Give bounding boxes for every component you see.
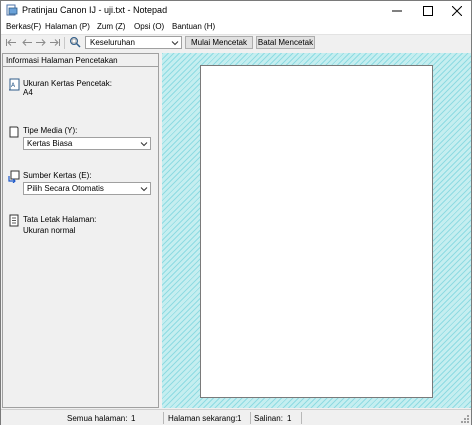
total-pages-value: 1 <box>131 413 136 423</box>
zoom-select[interactable]: Keseluruhan <box>85 36 182 49</box>
menu-zum[interactable]: Zum (Z) <box>97 22 125 31</box>
toolbar: Keseluruhan Mulai Mencetak Batal Menceta… <box>1 34 471 50</box>
page-layout-label: Tata Letak Halaman: <box>23 215 97 224</box>
cancel-printing-button[interactable]: Batal Mencetak <box>256 36 315 49</box>
zoom-select-value: Keseluruhan <box>90 38 135 47</box>
chevron-down-icon <box>171 41 179 46</box>
window-title: Pratinjau Canon IJ - uji.txt - Notepad <box>22 5 168 15</box>
title-bar: Pratinjau Canon IJ - uji.txt - Notepad <box>1 1 471 20</box>
last-page-icon[interactable] <box>49 37 61 48</box>
next-page-icon[interactable] <box>35 37 47 48</box>
current-page-label: Halaman sekarang: <box>168 413 238 423</box>
paper-preview <box>200 65 433 398</box>
paper-size-value: A4 <box>23 88 33 97</box>
paper-size-icon: A <box>9 78 20 91</box>
previous-page-icon[interactable] <box>21 37 33 48</box>
status-divider <box>250 412 251 424</box>
menu-opsi[interactable]: Opsi (O) <box>134 22 164 31</box>
media-type-label: Tipe Media (Y): <box>23 126 78 135</box>
minimize-icon <box>392 10 402 11</box>
paper-source-value: Pilih Secara Otomatis <box>27 184 104 193</box>
chevron-down-icon <box>140 187 148 192</box>
app-window: Pratinjau Canon IJ - uji.txt - Notepad B… <box>0 0 472 425</box>
first-page-icon[interactable] <box>5 37 17 48</box>
menu-berkas[interactable]: Berkas(F) <box>6 22 41 31</box>
page-layout-icon <box>9 214 19 227</box>
status-divider <box>301 412 302 424</box>
menu-bar: Berkas(F) Halaman (P) Zum (Z) Opsi (O) B… <box>1 20 471 34</box>
paper-source-label: Sumber Kertas (E): <box>23 171 92 180</box>
status-divider <box>163 412 164 424</box>
close-button[interactable] <box>443 1 471 20</box>
maximize-button[interactable] <box>414 1 442 20</box>
menu-bantuan[interactable]: Bantuan (H) <box>172 22 215 31</box>
page-layout-value: Ukuran normal <box>23 226 76 235</box>
paper-source-icon <box>8 170 20 183</box>
media-type-select[interactable]: Kertas Biasa <box>23 137 151 150</box>
zoom-icon[interactable] <box>69 36 82 48</box>
total-pages-label: Semua halaman: <box>67 413 128 423</box>
current-page-value: 1 <box>237 413 242 423</box>
media-type-icon <box>9 126 19 138</box>
panel-header: Informasi Halaman Pencetakan <box>3 54 158 67</box>
copies-value: 1 <box>287 413 292 423</box>
toolbar-separator <box>64 37 65 49</box>
start-printing-button[interactable]: Mulai Mencetak <box>185 36 253 49</box>
printer-preview-app-icon <box>6 4 18 16</box>
maximize-icon <box>423 5 433 16</box>
copies-label: Salinan: <box>254 413 283 423</box>
close-icon <box>452 5 462 16</box>
media-type-value: Kertas Biasa <box>27 139 73 148</box>
resize-grip-icon[interactable] <box>460 414 470 424</box>
minimize-button[interactable] <box>383 1 411 20</box>
panel-title: Informasi Halaman Pencetakan <box>6 56 118 65</box>
preview-area[interactable] <box>162 53 471 408</box>
paper-source-select[interactable]: Pilih Secara Otomatis <box>23 182 151 195</box>
print-info-panel: Informasi Halaman Pencetakan A Ukuran Ke… <box>2 53 159 408</box>
status-bar: Semua halaman: 1 Halaman sekarang: 1 Sal… <box>1 409 471 425</box>
chevron-down-icon <box>140 142 148 147</box>
menu-halaman[interactable]: Halaman (P) <box>45 22 90 31</box>
paper-size-label: Ukuran Kertas Pencetak: <box>23 79 112 88</box>
